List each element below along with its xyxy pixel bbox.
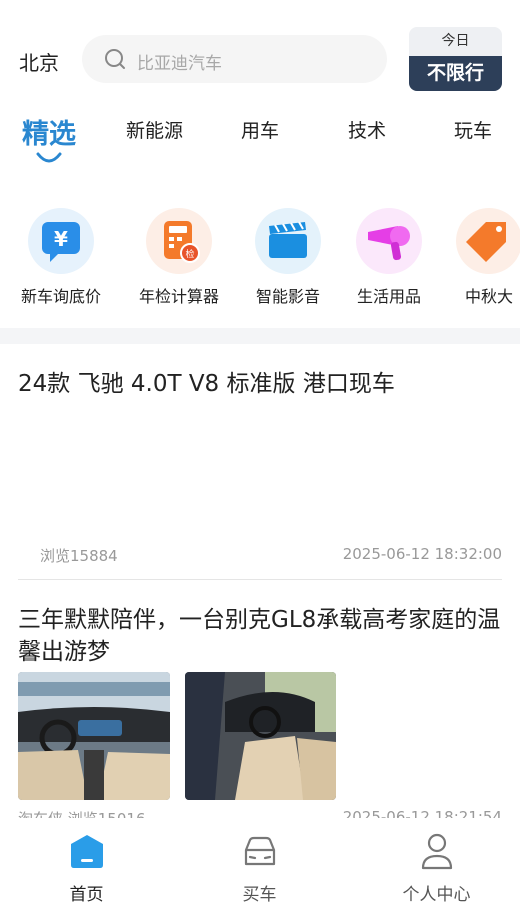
nav-home[interactable]: 首页 bbox=[0, 818, 173, 903]
restriction-today-label: 今日 bbox=[409, 27, 502, 56]
tab-tech[interactable]: 技术 bbox=[348, 116, 386, 143]
hair-dryer-icon bbox=[356, 208, 422, 274]
tag-icon bbox=[456, 208, 520, 274]
shortcut-row: ¥ 新车询底价 检 年检计算器 智能影音 生活用品 中秋大 bbox=[0, 208, 520, 318]
article-date: 2025-06-12 18:32:00 bbox=[342, 545, 502, 563]
shortcut-label: 生活用品 bbox=[356, 287, 421, 306]
category-tabs: 精选 新能源 用车 技术 玩车 bbox=[0, 108, 520, 168]
tab-new-energy[interactable]: 新能源 bbox=[126, 116, 183, 143]
shortcut-label: 智能影音 bbox=[255, 287, 320, 306]
shortcut-label: 新车询底价 bbox=[20, 287, 101, 306]
article-author-views: 淘车侠 浏览15016 bbox=[18, 810, 146, 818]
article-title: 24款 飞驰 4.0T V8 标准版 港口现车 bbox=[18, 371, 395, 397]
clapperboard-icon bbox=[255, 208, 321, 274]
article-card[interactable]: 24款 飞驰 4.0T V8 标准版 港口现车 浏览15884 2025-06-… bbox=[18, 368, 502, 568]
shortcut-mid-autumn[interactable]: 中秋大 bbox=[434, 208, 520, 307]
restriction-status: 不限行 bbox=[409, 56, 502, 91]
tab-active-indicator bbox=[36, 152, 62, 163]
article-thumbnail[interactable] bbox=[18, 672, 170, 800]
article-date: 2025-06-12 18:21:54 bbox=[343, 810, 502, 818]
shortcut-daily-goods[interactable]: 生活用品 bbox=[334, 208, 444, 307]
svg-text:¥: ¥ bbox=[54, 227, 68, 251]
home-icon bbox=[70, 835, 103, 868]
car-icon bbox=[244, 836, 275, 866]
tab-car-use[interactable]: 用车 bbox=[241, 116, 279, 143]
bottom-navigation: 首页 买车 个人中心 bbox=[0, 818, 520, 903]
price-chat-icon: ¥ bbox=[28, 208, 94, 274]
traffic-restriction-badge[interactable]: 今日 不限行 bbox=[409, 27, 502, 91]
nav-buy-car-label: 买车 bbox=[242, 885, 277, 903]
article-separator bbox=[18, 579, 502, 580]
tab-car-fun[interactable]: 玩车 bbox=[454, 116, 492, 143]
search-input[interactable]: 比亚迪汽车 bbox=[82, 35, 387, 83]
city-selector[interactable]: 北京 bbox=[19, 47, 59, 76]
nav-profile-label: 个人中心 bbox=[402, 885, 471, 903]
article-title: 三年默默陪伴，一台别克GL8承载高考家庭的温馨出游梦 bbox=[18, 607, 501, 665]
shortcut-new-car-price[interactable]: ¥ 新车询底价 bbox=[6, 208, 116, 307]
article-meta: 淘车侠 浏览15016 2025-06-12 18:21:54 bbox=[18, 810, 502, 818]
shortcut-label: 年检计算器 bbox=[138, 287, 219, 306]
search-placeholder: 比亚迪汽车 bbox=[137, 54, 222, 74]
user-icon bbox=[421, 833, 452, 870]
tab-featured[interactable]: 精选 bbox=[22, 112, 76, 151]
search-icon bbox=[105, 49, 125, 69]
shortcut-label: 中秋大 bbox=[464, 287, 513, 306]
nav-profile[interactable]: 个人中心 bbox=[350, 818, 520, 903]
nav-buy-car[interactable]: 买车 bbox=[173, 818, 346, 903]
shortcut-inspection-calculator[interactable]: 检 年检计算器 bbox=[124, 208, 234, 307]
article-thumbnail[interactable] bbox=[185, 672, 336, 800]
section-divider bbox=[0, 328, 520, 344]
article-views: 浏览15884 bbox=[40, 547, 118, 565]
nav-home-label: 首页 bbox=[69, 885, 104, 903]
header: 北京 比亚迪汽车 今日 不限行 bbox=[0, 0, 520, 100]
shortcut-smart-media[interactable]: 智能影音 bbox=[233, 208, 343, 307]
inspection-calculator-icon: 检 bbox=[146, 208, 212, 274]
svg-text:检: 检 bbox=[185, 248, 194, 260]
